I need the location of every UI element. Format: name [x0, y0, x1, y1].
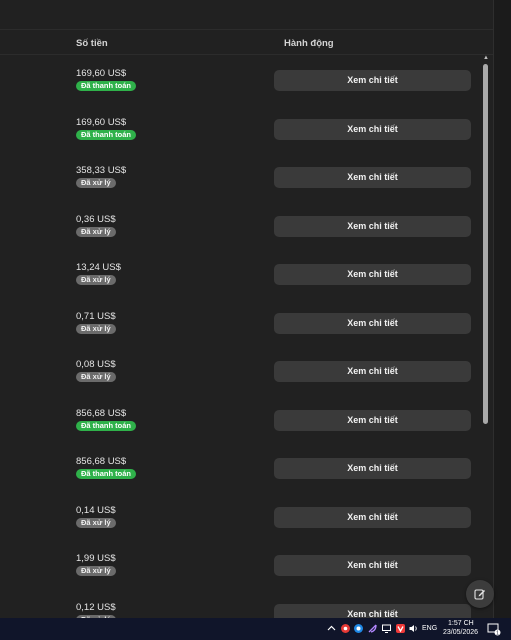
column-header-amount: Số tiền — [76, 38, 108, 49]
status-badge: Đã thanh toán — [76, 469, 136, 479]
table-row: 0,08 US$ Đã xử lý Xem chi tiết — [0, 346, 480, 395]
edit-icon — [474, 589, 485, 600]
amount-value: 0,08 US$ — [76, 359, 116, 370]
table-row: 358,33 US$ Đã xử lý Xem chi tiết — [0, 152, 480, 201]
record-icon[interactable] — [340, 623, 351, 634]
display-icon[interactable] — [381, 623, 392, 634]
table-row: 1,99 US$ Đã xử lý Xem chi tiết — [0, 540, 480, 589]
table-row: 0,36 US$ Đã xử lý Xem chi tiết — [0, 201, 480, 250]
amount-value: 0,12 US$ — [76, 601, 116, 613]
table-row: 169,60 US$ Đã thanh toán Xem chi tiết — [0, 104, 480, 153]
feather-icon[interactable] — [367, 623, 378, 634]
table-row: 856,68 US$ Đã thanh toán Xem chi tiết — [0, 443, 480, 492]
view-details-button[interactable]: Xem chi tiết — [274, 409, 471, 431]
status-badge: Đã thanh toán — [76, 81, 136, 91]
status-badge: Đã xử lý — [76, 226, 116, 237]
clock-time[interactable]: 1:57 CH — [448, 620, 474, 627]
volume-icon[interactable] — [408, 623, 419, 634]
window-edge — [493, 0, 511, 618]
status-badge: Đã xử lý — [76, 275, 116, 285]
status-badge: Đã xử lý — [76, 566, 116, 576]
amount-value: 358,33 US$ — [76, 165, 127, 176]
table-row: 0,12 US$Đã xử lýXem chi tiết — [0, 589, 480, 618]
clock-date[interactable]: 23/05/2026 — [443, 629, 478, 636]
view-details-button[interactable]: Xem chi tiết — [274, 458, 471, 479]
table-header: Số tiền Hành động — [0, 30, 493, 55]
top-bar — [0, 0, 493, 30]
view-details-button[interactable]: Xem chi tiết — [274, 215, 471, 237]
amount-value: 0,36 US$ — [76, 213, 116, 225]
compose-button[interactable] — [466, 580, 494, 608]
table-row: 169,60 US$ Đã thanh toán Xem chi tiết — [0, 55, 480, 104]
table-row: 13,24 US$ Đã xử lý Xem chi tiết — [0, 249, 480, 298]
taskbar: ENG 1:57 CH 23/05/2026 1 — [0, 618, 511, 640]
amount-value: 0,71 US$ — [76, 310, 116, 322]
vivaldi-icon[interactable] — [395, 623, 406, 634]
table-row: 0,14 US$ Đã xử lý Xem chi tiết — [0, 492, 480, 541]
status-badge: Đã thanh toán — [76, 420, 136, 431]
amount-value: 0,14 US$ — [76, 504, 116, 516]
view-details-button[interactable]: Xem chi tiết — [274, 167, 471, 188]
status-badge: Đã xử lý — [76, 372, 116, 382]
amount-value: 169,60 US$ — [76, 116, 127, 128]
column-header-action: Hành động — [284, 38, 334, 49]
amount-value: 856,68 US$ — [76, 456, 127, 467]
status-badge: Đã xử lý — [76, 517, 116, 528]
view-details-button[interactable]: Xem chi tiết — [274, 361, 471, 382]
table-row: 0,71 US$ Đã xử lý Xem chi tiết — [0, 298, 480, 347]
amount-value: 1,99 US$ — [76, 553, 116, 564]
view-details-button[interactable]: Xem chi tiết — [274, 603, 471, 618]
view-details-button[interactable]: Xem chi tiết — [274, 70, 471, 91]
language-indicator[interactable]: ENG — [422, 625, 437, 632]
view-details-button[interactable]: Xem chi tiết — [274, 506, 471, 528]
amount-value: 169,60 US$ — [76, 68, 127, 79]
notification-count: 1 — [496, 631, 499, 637]
amount-value: 856,68 US$ — [76, 407, 127, 419]
browser-icon[interactable] — [353, 623, 364, 634]
view-details-button[interactable]: Xem chi tiết — [274, 118, 471, 140]
status-badge: Đã xử lý — [76, 178, 116, 188]
view-details-button[interactable]: Xem chi tiết — [274, 555, 471, 576]
status-badge: Đã thanh toán — [76, 129, 136, 140]
view-details-button[interactable]: Xem chi tiết — [274, 312, 471, 334]
amount-value: 13,24 US$ — [76, 262, 121, 273]
scroll-up-arrow[interactable]: ▲ — [482, 55, 490, 61]
transactions-table: 169,60 US$ Đã thanh toán Xem chi tiết 169,6… — [0, 55, 480, 618]
notification-icon[interactable]: 1 — [487, 622, 501, 636]
status-badge: Đã xử lý — [76, 323, 116, 334]
table-row: 856,68 US$ Đã thanh toán Xem chi tiết — [0, 395, 480, 444]
view-details-button[interactable]: Xem chi tiết — [274, 264, 471, 285]
chevron-up-icon[interactable] — [326, 623, 337, 634]
scrollbar-thumb[interactable] — [483, 64, 488, 424]
